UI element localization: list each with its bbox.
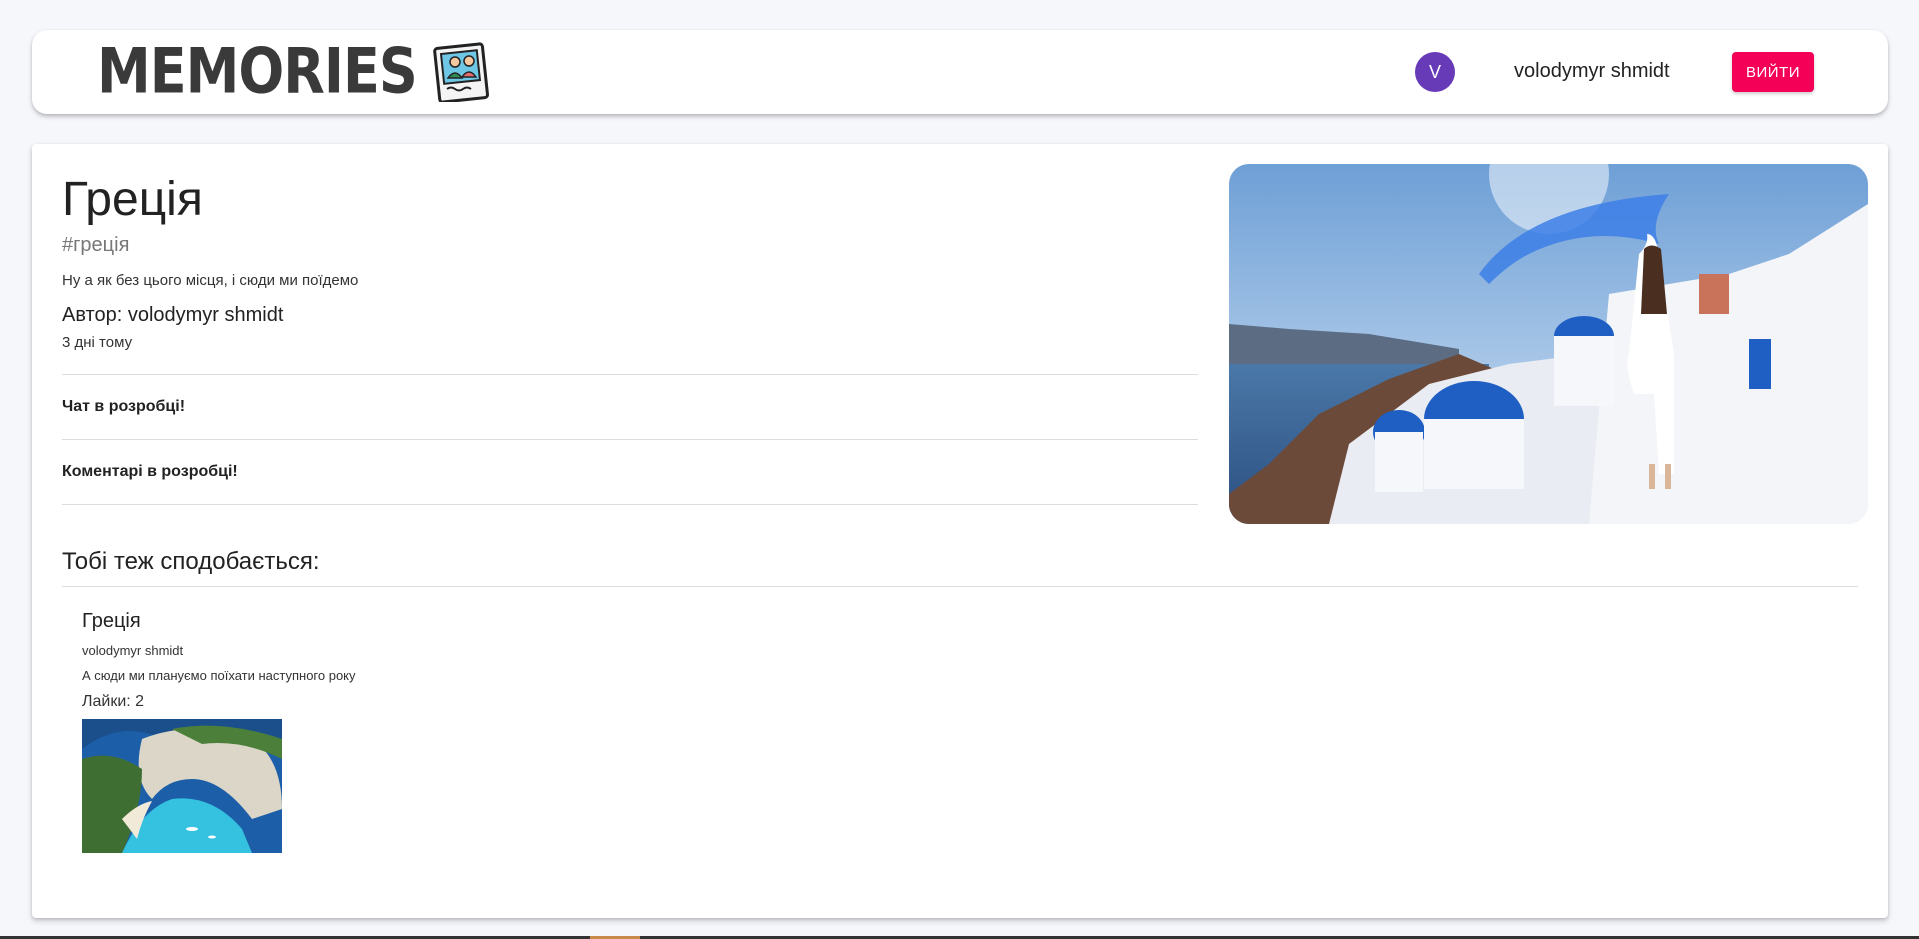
brand-logo-text: Memories [97,35,418,108]
chat-placeholder: Чат в розробці! [62,398,186,415]
divider [62,504,1198,505]
comments-placeholder: Коментарі в розробці! [62,463,238,480]
post-details-card: Греція #греція Ну а як без цього місця, … [32,144,1888,918]
app-bar: Memories V volodymyr shmidt ВИЙТИ [32,30,1888,114]
user-name: volodymyr shmidt [1514,60,1670,82]
santorini-photo [1229,164,1868,524]
divider [62,439,1198,440]
recommended-heading: Тобі теж сподобається: [62,548,320,575]
divider [62,374,1198,375]
recommended-post-author: volodymyr shmidt [82,643,184,658]
recommended-post-message: А сюди ми плануємо поїхати наступного ро… [82,668,356,683]
post-title: Греція [62,173,203,226]
recommended-post-likes: Лайки: 2 [82,693,145,710]
recommended-post-title: Греція [82,610,141,632]
post-tags: #греція [62,234,130,256]
memories-photo-icon [432,42,489,102]
brand[interactable]: Memories [97,35,489,108]
recommended-post-card[interactable]: Греція volodymyr shmidt А сюди ми планує… [82,610,422,853]
divider [62,586,1858,587]
beach-photo [82,719,282,853]
post-created-time: 3 дні тому [62,334,133,351]
recommended-post-image[interactable] [82,719,282,853]
user-avatar[interactable]: V [1415,52,1455,92]
post-message: Ну а як без цього місця, і сюди ми поїде… [62,272,359,289]
post-author: Автор: volodymyr shmidt [62,304,284,326]
logout-button[interactable]: ВИЙТИ [1732,52,1814,92]
post-image [1229,164,1868,524]
